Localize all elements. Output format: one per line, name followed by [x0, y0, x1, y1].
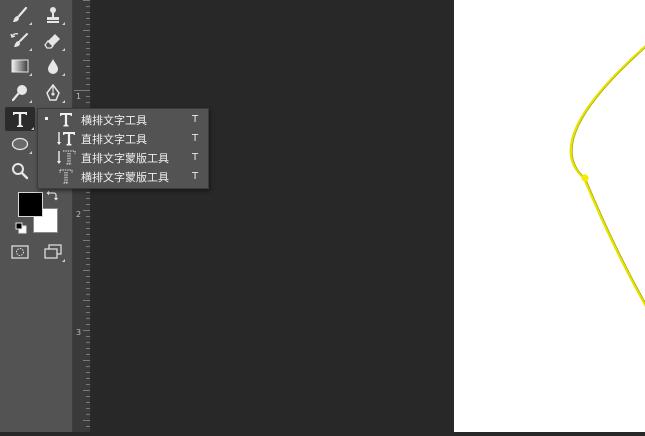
- history-brush-tool-button[interactable]: [7, 30, 33, 52]
- vertical-type-icon: [55, 129, 77, 148]
- anchor-point[interactable]: [581, 174, 589, 182]
- current-tool-bullet: [45, 117, 48, 120]
- type-tool-button[interactable]: [5, 107, 35, 131]
- swap-colors-button[interactable]: [45, 188, 59, 202]
- flyout-item-label: 横排文字工具: [81, 113, 147, 127]
- gradient-icon: [11, 59, 29, 73]
- ellipse-tool-button[interactable]: [7, 133, 33, 155]
- flyout-item-vertical-type[interactable]: 直排文字工具 T: [38, 129, 208, 148]
- brush-tool-button[interactable]: [7, 4, 33, 26]
- zoom-tool-button[interactable]: [7, 160, 33, 182]
- ruler-mark-2: 2: [76, 210, 82, 219]
- swap-arrow-icon: [46, 190, 58, 201]
- flyout-item-label: 直排文字工具: [81, 132, 147, 146]
- flyout-item-label: 直排文字蒙版工具: [81, 151, 169, 165]
- screen-mode-icon: [44, 244, 62, 259]
- stamp-icon: [47, 7, 59, 23]
- flyout-item-label: 横排文字蒙版工具: [81, 170, 169, 184]
- eraser-tool-button[interactable]: [40, 30, 66, 52]
- clone-stamp-tool-button[interactable]: [40, 4, 66, 26]
- horizontal-type-icon: [55, 110, 77, 129]
- dodge-tool-button[interactable]: [7, 82, 33, 104]
- gradient-tool-button[interactable]: [7, 55, 33, 77]
- flyout-item-horizontal-type[interactable]: 横排文字工具 T: [38, 110, 208, 129]
- zoom-magnifier-icon: [12, 163, 29, 180]
- ellipse-icon: [11, 137, 29, 151]
- flyout-item-horizontal-type-mask[interactable]: 横排文字蒙版工具 T: [38, 167, 208, 186]
- flyout-item-shortcut: T: [192, 171, 199, 182]
- tools-panel: [0, 0, 73, 432]
- brush-icon: [13, 6, 28, 22]
- selected-path: [569, 45, 645, 307]
- blur-tool-button[interactable]: [40, 55, 66, 77]
- vertical-type-mask-icon: [55, 148, 77, 167]
- document-canvas[interactable]: [454, 0, 645, 432]
- default-colors-button[interactable]: [14, 221, 28, 235]
- type-tool-flyout-menu: 横排文字工具 T 直排文字工具 T 直排文字蒙版工具 T 横排文字蒙版工具 T: [37, 108, 209, 189]
- blur-drop-icon: [48, 59, 58, 74]
- pasteboard-area[interactable]: [91, 0, 454, 432]
- vertical-ruler: 1 2 3: [73, 0, 91, 432]
- foreground-color-swatch[interactable]: [18, 192, 43, 217]
- screen-mode-button[interactable]: [40, 241, 66, 263]
- default-colors-icon: [15, 222, 27, 234]
- flyout-item-vertical-type-mask[interactable]: 直排文字蒙版工具 T: [38, 148, 208, 167]
- flyout-item-shortcut: T: [192, 114, 199, 125]
- ruler-mark-1: 1: [76, 92, 82, 101]
- dodge-icon: [11, 85, 27, 102]
- quick-mask-icon: [11, 245, 29, 259]
- eraser-icon: [44, 34, 60, 49]
- type-t-icon: [13, 112, 27, 127]
- pen-icon: [46, 84, 60, 101]
- horizontal-type-mask-icon: [55, 167, 77, 186]
- pen-tool-button[interactable]: [40, 82, 66, 104]
- flyout-item-shortcut: T: [192, 133, 199, 144]
- ruler-mark-3: 3: [76, 328, 82, 337]
- quick-mask-button[interactable]: [7, 241, 33, 263]
- flyout-item-shortcut: T: [192, 152, 199, 163]
- history-brush-icon: [10, 33, 28, 47]
